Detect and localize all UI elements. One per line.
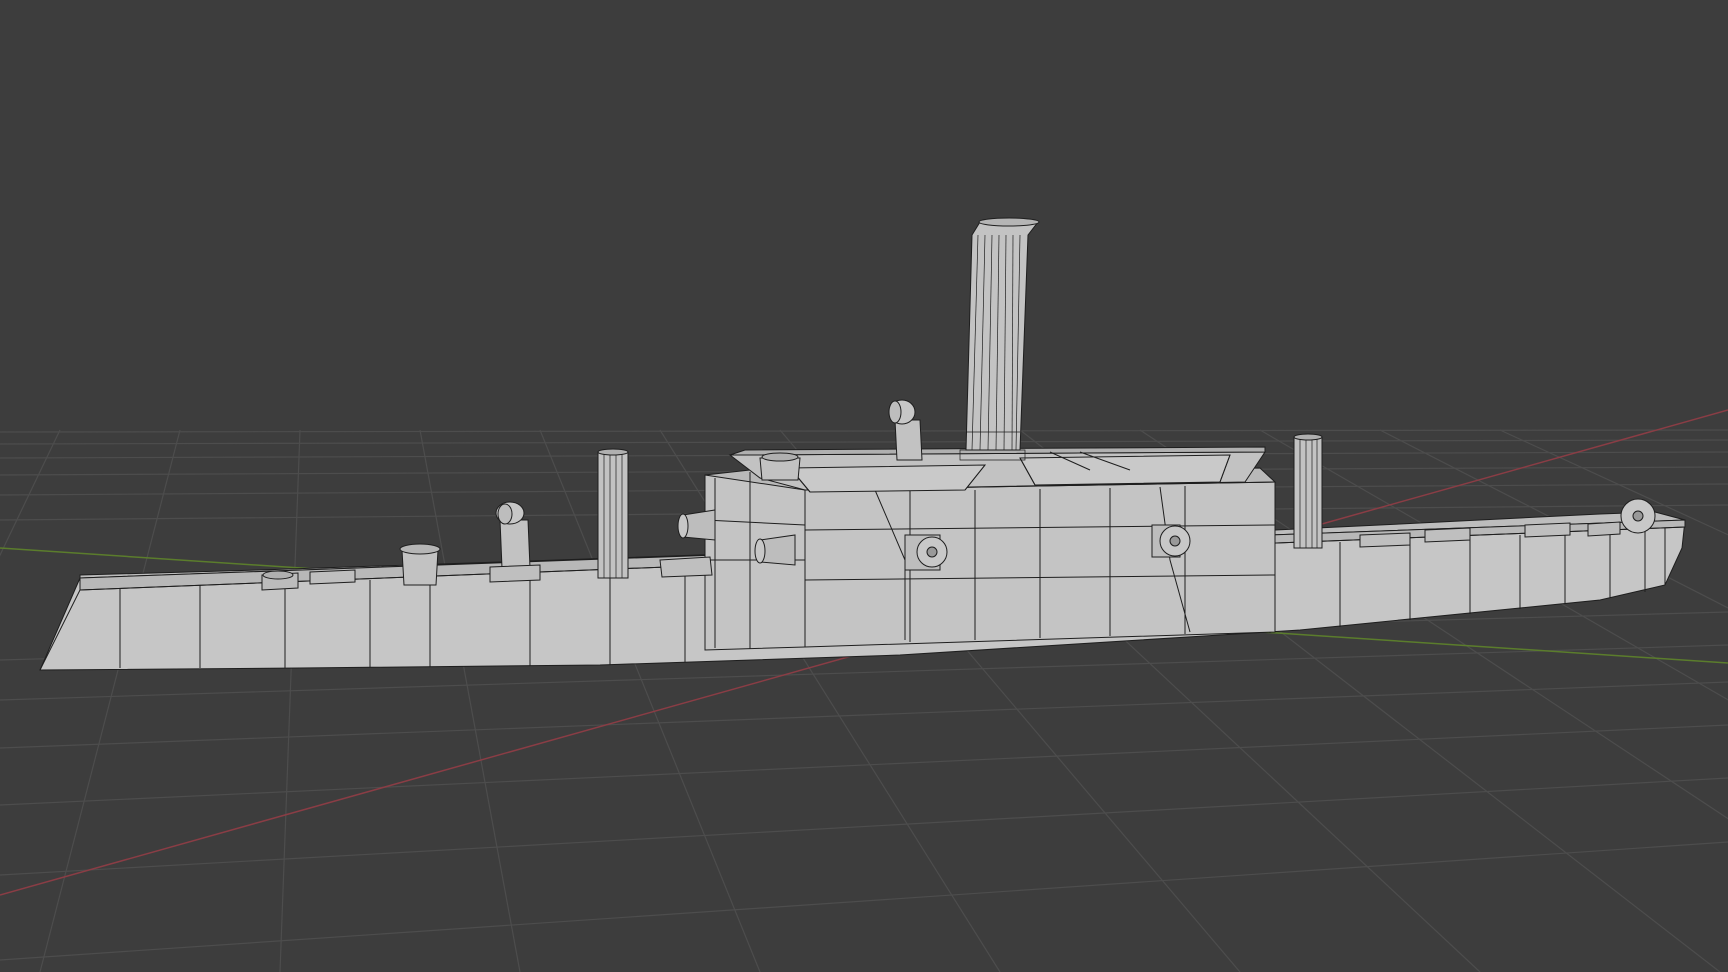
forward-capstan	[399, 543, 441, 586]
viewport-canvas[interactable]	[0, 0, 1728, 972]
side-gun-left	[677, 509, 716, 541]
aft-funnel	[1293, 436, 1323, 549]
bridge-platform	[788, 464, 987, 493]
forward-funnel	[597, 451, 629, 579]
aft-platform	[1019, 454, 1231, 486]
bow-winch	[261, 570, 299, 591]
side-searchlight-2	[1151, 524, 1191, 558]
side-searchlight-1	[904, 534, 948, 571]
stern-winch	[1587, 521, 1621, 537]
3d-viewport[interactable]	[0, 0, 1728, 972]
aft-funnel-top	[1293, 433, 1323, 441]
stern-searchlight	[1620, 498, 1656, 534]
side-gun-midleft	[754, 534, 796, 566]
forward-funnel-top	[597, 448, 629, 456]
deck-ventilator-group	[759, 452, 801, 481]
main-funnel-rim	[978, 217, 1040, 227]
